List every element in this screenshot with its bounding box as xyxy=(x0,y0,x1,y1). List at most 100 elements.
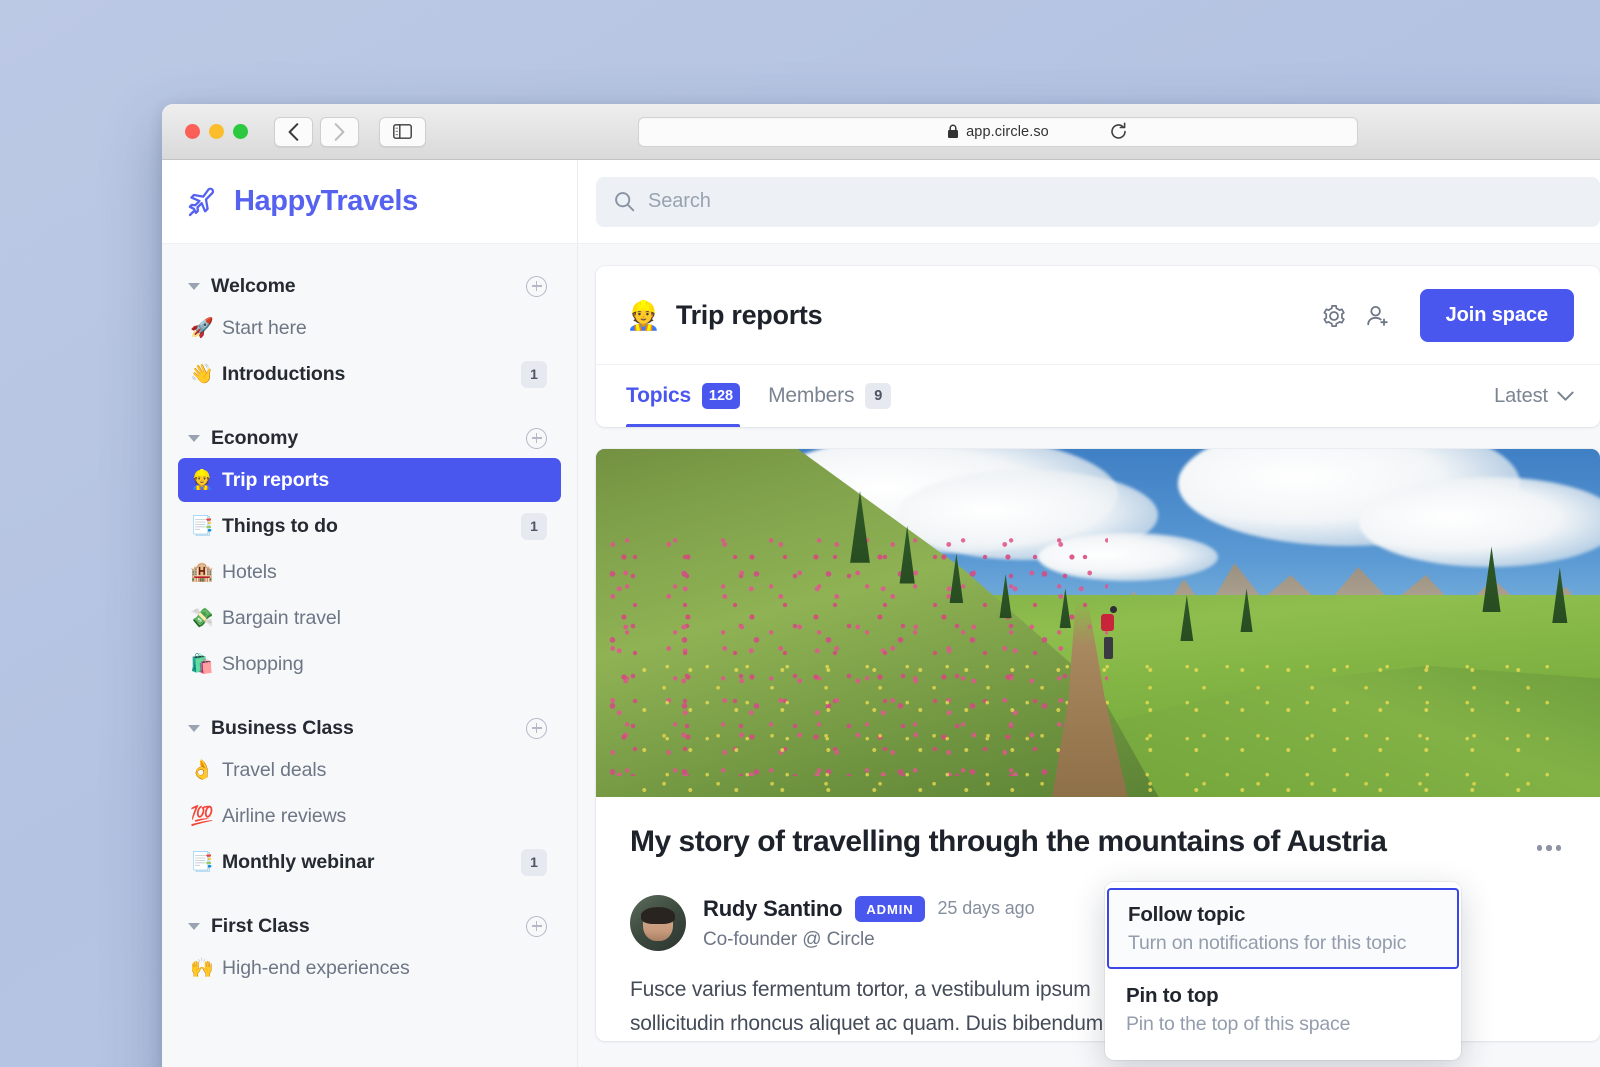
avatar-hair xyxy=(641,907,675,925)
sidebar-item-bargain-travel[interactable]: 💸 Bargain travel xyxy=(178,596,561,640)
airplane-icon xyxy=(188,187,215,216)
reload-icon xyxy=(1110,122,1126,139)
plus-circle-icon[interactable] xyxy=(526,275,547,297)
tab-topics[interactable]: Topics 128 xyxy=(626,365,741,427)
sidebar-item-emoji: 💯 xyxy=(190,805,214,827)
plus-circle-icon[interactable] xyxy=(526,915,547,937)
menu-item-pin-to-top[interactable]: Pin to top Pin to the top of this space xyxy=(1105,969,1461,1050)
tab-label: Topics xyxy=(626,384,691,407)
search-icon xyxy=(615,192,635,212)
sidebar-item-label: Monthly webinar xyxy=(222,850,375,873)
post-options-dropdown: Follow topic Turn on notifications for th… xyxy=(1105,882,1461,1060)
menu-item-follow-topic[interactable]: Follow topic Turn on notifications for th… xyxy=(1107,888,1459,969)
join-space-button[interactable]: Join space xyxy=(1419,289,1574,342)
gear-icon xyxy=(1323,304,1345,327)
author-line: Rudy Santino ADMIN 25 days ago xyxy=(703,895,1035,922)
minimize-window-button[interactable] xyxy=(209,124,224,139)
chevron-down-icon[interactable] xyxy=(188,922,200,930)
invite-member-button[interactable] xyxy=(1358,296,1398,336)
sidebar-item-monthly-webinar[interactable]: 📑 Monthly webinar 1 xyxy=(178,840,561,884)
sidebar-item-emoji: 👋 xyxy=(190,363,214,385)
unread-count-badge: 1 xyxy=(521,360,547,388)
sidebar-item-emoji: 💸 xyxy=(190,607,214,629)
browser-titlebar: app.circle.so xyxy=(162,104,1600,160)
sidebar-item-start-here[interactable]: 🚀 Start here xyxy=(178,306,561,350)
sidebar-item-things-to-do[interactable]: 📑 Things to do 1 xyxy=(178,504,561,548)
author-role: Co-founder @ Circle xyxy=(703,928,875,950)
sidebar-item-label: Airline reviews xyxy=(222,804,347,827)
sidebar-item-label: Introductions xyxy=(222,362,346,385)
sidebar-toggle-button[interactable] xyxy=(379,116,426,147)
unread-count-badge: 1 xyxy=(521,512,547,540)
top-bar: Search xyxy=(578,160,1600,244)
author-name[interactable]: Rudy Santino xyxy=(703,896,843,922)
address-bar[interactable]: app.circle.so xyxy=(638,116,1358,147)
sidebar-group-title: Welcome xyxy=(211,274,296,297)
back-button[interactable] xyxy=(274,116,313,147)
sidebar-item-introductions[interactable]: 👋 Introductions 1 xyxy=(178,352,561,396)
lock-icon xyxy=(948,124,959,138)
sidebar-group: First Class 🙌 High-end experiences xyxy=(178,906,561,990)
sidebar-item-trip-reports[interactable]: 👷 Trip reports xyxy=(178,458,561,502)
more-horizontal-icon xyxy=(1546,845,1552,851)
traffic-lights xyxy=(185,124,248,139)
more-horizontal-icon xyxy=(1556,845,1562,851)
sort-dropdown[interactable]: Latest xyxy=(1494,385,1574,408)
tab-label: Members xyxy=(768,384,855,407)
status-badge: ADMIN xyxy=(855,895,925,922)
post-timestamp: 25 days ago xyxy=(937,898,1035,918)
sidebar-item-emoji: 👌 xyxy=(190,759,214,781)
menu-item-title: Pin to top xyxy=(1126,984,1219,1007)
nav-buttons xyxy=(274,116,359,147)
search-input[interactable]: Search xyxy=(596,176,1600,227)
space-settings-button[interactable] xyxy=(1314,296,1354,336)
forward-button[interactable] xyxy=(320,116,359,147)
menu-item-subtitle: Turn on notifications for this topic xyxy=(1128,932,1407,954)
sidebar-group: Business Class 👌 Travel deals 💯 Airline revi… xyxy=(178,708,561,884)
chevron-down-icon[interactable] xyxy=(188,724,200,732)
sidebar-group-header[interactable]: Business Class xyxy=(178,708,561,748)
chevron-left-icon xyxy=(288,122,299,141)
sidebar-group: Welcome 🚀 Start here 👋 Introductions 1 xyxy=(178,266,561,396)
tab-members[interactable]: Members 9 xyxy=(768,365,892,427)
sidebar-group-title: Business Class xyxy=(211,716,354,739)
sidebar-toggle-icon xyxy=(393,124,412,139)
menu-item-title: Follow topic xyxy=(1128,903,1246,926)
sidebar-item-emoji: 🏨 xyxy=(190,561,214,583)
hiker-backpack xyxy=(1101,614,1114,632)
post-title: My story of travelling through the mount… xyxy=(630,825,1387,858)
sidebar-item-shopping[interactable]: 🛍️ Shopping xyxy=(178,642,561,686)
sidebar-item-emoji: 📑 xyxy=(190,515,214,537)
more-horizontal-icon xyxy=(1536,845,1542,851)
hiker-body xyxy=(1104,636,1114,659)
chevron-down-icon[interactable] xyxy=(188,282,200,290)
brand-header[interactable]: HappyTravels xyxy=(162,160,577,244)
space-emoji: 👷 xyxy=(626,299,661,331)
reload-button[interactable] xyxy=(1106,120,1130,144)
sort-label: Latest xyxy=(1494,384,1548,407)
chevron-down-icon[interactable] xyxy=(188,434,200,442)
sidebar-item-travel-deals[interactable]: 👌 Travel deals xyxy=(178,748,561,792)
hiker-head xyxy=(1110,605,1118,613)
sidebar-item-emoji: 👷 xyxy=(190,469,214,491)
sidebar: HappyTravels Welcome 🚀 Start here 👋 Introduc… xyxy=(162,160,578,1067)
sidebar-group-header[interactable]: Welcome xyxy=(178,266,561,306)
maximize-window-button[interactable] xyxy=(233,124,248,139)
sidebar-item-label: Hotels xyxy=(222,560,277,583)
sidebar-item-high-end-experiences[interactable]: 🙌 High-end experiences xyxy=(178,946,561,990)
post-more-options-button[interactable] xyxy=(1528,827,1570,869)
sidebar-item-hotels[interactable]: 🏨 Hotels xyxy=(178,550,561,594)
sidebar-item-label: Trip reports xyxy=(222,468,330,491)
sidebar-item-emoji: 🚀 xyxy=(190,317,214,339)
space-header: 👷 Trip reports Join space xyxy=(596,266,1600,365)
sidebar-group-header[interactable]: First Class xyxy=(178,906,561,946)
menu-item-subtitle: Pin to the top of this space xyxy=(1126,1013,1351,1035)
plus-circle-icon[interactable] xyxy=(526,717,547,739)
space-title: Trip reports xyxy=(675,300,823,330)
sidebar-item-airline-reviews[interactable]: 💯 Airline reviews xyxy=(178,794,561,838)
avatar[interactable] xyxy=(630,895,686,951)
sidebar-group-header[interactable]: Economy xyxy=(178,418,561,458)
brand-name: HappyTravels xyxy=(234,185,418,217)
plus-circle-icon[interactable] xyxy=(526,427,547,449)
close-window-button[interactable] xyxy=(185,124,200,139)
